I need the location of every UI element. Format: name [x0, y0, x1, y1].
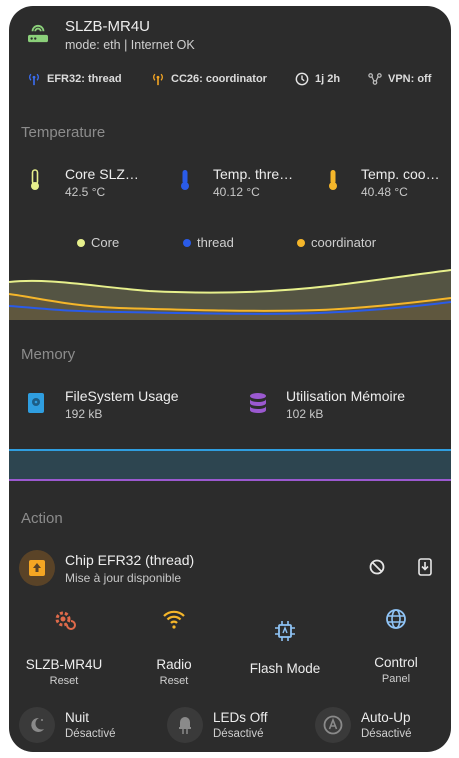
badge-uptime-label: 1j 2h	[315, 73, 341, 85]
memory-filesystem[interactable]: FileSystem Usage 192 kB	[65, 388, 179, 421]
legend-thread: thread	[183, 235, 234, 250]
control-panel-sub: Panel	[381, 673, 411, 685]
auto-upgrade-icon[interactable]	[315, 707, 351, 743]
memory-ram-name: Utilisation Mémoire	[286, 388, 406, 404]
toggle-auto-up[interactable]: Auto-Up Désactivé	[361, 710, 412, 740]
cellphone-download-icon	[418, 558, 432, 576]
skip-update-button[interactable]	[369, 559, 385, 580]
toggle-night[interactable]: Nuit Désactivé	[65, 710, 116, 740]
temperature-sensors: Core SLZ… 42.5 °C Temp. thre… 40.12 °C T…	[9, 164, 451, 214]
radio-reset-sub: Reset	[159, 675, 189, 687]
legend-coordinator-label: coordinator	[311, 235, 377, 250]
sensor-coordinator-name: Temp. coo…	[361, 166, 440, 182]
install-update-button[interactable]	[418, 558, 432, 581]
legend-thread-dot	[183, 238, 191, 247]
memory-history-graph	[9, 449, 451, 481]
sensor-core-name: Core SLZ…	[65, 166, 139, 182]
sensor-coordinator[interactable]: Temp. coo… 40.48 °C	[361, 166, 443, 199]
toggle-auto-up-state: Désactivé	[361, 728, 412, 740]
badge-vpn[interactable]: VPN: off	[368, 72, 431, 86]
chip-efr32-name: Chip EFR32 (thread)	[65, 552, 195, 568]
thermometer-icon	[327, 169, 339, 196]
memory-ram[interactable]: Utilisation Mémoire 102 kB	[286, 388, 405, 421]
flash-mode-label: Flash Mode	[249, 661, 321, 676]
thermometer-icon	[179, 169, 191, 196]
cancel-icon	[369, 559, 385, 575]
vpn-icon	[368, 73, 382, 85]
chip-update-icon[interactable]	[19, 550, 55, 586]
legend-coordinator: coordinator	[297, 235, 376, 250]
section-memory-title: Memory	[21, 346, 76, 363]
chip-efr32[interactable]: Chip EFR32 (thread) Mise à jour disponib…	[65, 552, 194, 585]
memory-ram-value: 102 kB	[286, 407, 324, 421]
router-icon	[28, 24, 48, 43]
sensor-core[interactable]: Core SLZ… 42.5 °C	[65, 166, 151, 199]
badge-vpn-label: VPN: off	[388, 73, 432, 85]
led-off-icon[interactable]	[167, 707, 203, 743]
radio-reset-button[interactable]: Radio Reset	[119, 608, 229, 687]
chip-icon	[275, 621, 295, 641]
toggle-night-name: Nuit	[65, 710, 90, 725]
legend-thread-label: thread	[197, 235, 234, 250]
device-status: mode: eth | Internet OK	[65, 38, 195, 52]
temperature-history-graph	[9, 269, 451, 320]
section-temperature-title: Temperature	[21, 124, 106, 141]
badge-uptime[interactable]: 1j 2h	[295, 72, 340, 86]
legend-core: Core	[77, 235, 119, 250]
thermometer-icon	[29, 169, 41, 196]
clock-icon	[295, 72, 309, 86]
antenna-icon	[153, 73, 163, 86]
web-icon	[386, 609, 406, 629]
toggle-night-state: Désactivé	[65, 728, 116, 740]
control-panel-button[interactable]: Control Panel	[341, 608, 451, 685]
device-card: SLZB-MR4U mode: eth | Internet OK EFR32:…	[9, 6, 451, 752]
slzb-reset-label: SLZB-MR4U	[25, 657, 103, 672]
legend-coordinator-dot	[297, 238, 305, 247]
database-icon	[249, 392, 267, 419]
night-mode-icon[interactable]	[19, 707, 55, 743]
antenna-icon	[29, 73, 39, 86]
flash-mode-button[interactable]: Flash Mode	[230, 620, 340, 676]
toggle-leds-off[interactable]: LEDs Off Désactivé	[213, 710, 268, 740]
hard-disk-icon	[27, 392, 45, 419]
badge-efr32[interactable]: EFR32: thread	[27, 72, 122, 86]
memory-filesystem-value: 192 kB	[65, 407, 103, 421]
control-panel-label: Control	[374, 655, 418, 670]
legend-core-label: Core	[91, 235, 120, 250]
sensor-thread[interactable]: Temp. thre… 40.12 °C	[213, 166, 303, 199]
slzb-reset-button[interactable]: SLZB-MR4U Reset	[9, 608, 119, 687]
radio-reset-label: Radio	[156, 657, 192, 672]
section-action-title: Action	[21, 510, 63, 527]
chip-efr32-status: Mise à jour disponible	[65, 571, 182, 585]
sensor-coordinator-value: 40.48 °C	[361, 185, 408, 199]
device-title[interactable]: SLZB-MR4U	[65, 18, 150, 35]
slzb-reset-sub: Reset	[49, 675, 79, 687]
badge-cc26-label: CC26: coordinator	[171, 73, 267, 85]
sensor-thread-name: Temp. thre…	[213, 166, 294, 182]
toggle-auto-up-name: Auto-Up	[361, 710, 411, 725]
legend-core-dot	[77, 238, 85, 247]
badge-cc26[interactable]: CC26: coordinator	[151, 72, 267, 86]
badge-efr32-label: EFR32: thread	[47, 73, 122, 85]
toggle-leds-off-state: Désactivé	[213, 728, 264, 740]
toggle-leds-off-name: LEDs Off	[213, 710, 268, 725]
sensor-thread-value: 40.12 °C	[213, 185, 260, 199]
sensor-core-value: 42.5 °C	[65, 185, 106, 199]
wifi-refresh-icon	[163, 610, 185, 629]
cog-refresh-icon	[55, 611, 76, 630]
memory-filesystem-name: FileSystem Usage	[65, 388, 179, 404]
